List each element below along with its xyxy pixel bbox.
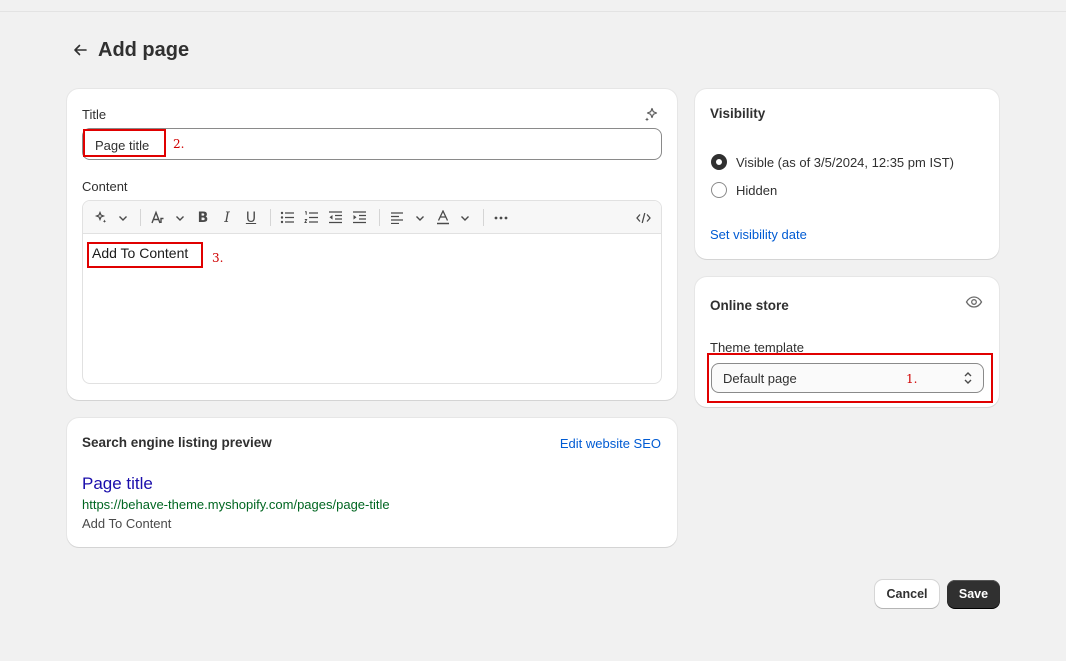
page-details-card: Title Page title 2. Content B I U Add To… [67,89,677,400]
bold-icon[interactable]: B [195,209,211,226]
visible-radio-label[interactable]: Visible (as of 3/5/2024, 12:35 pm IST) [736,155,954,170]
save-button[interactable]: Save [947,580,1000,608]
outdent-icon[interactable] [327,209,343,226]
visible-radio[interactable] [711,154,727,170]
seo-heading: Search engine listing preview [82,435,272,450]
magic-sparkle-icon[interactable] [644,106,660,122]
page-title: Add page [98,38,190,61]
seo-preview-title: Page title [82,474,153,493]
editor-toolbar: B I U [83,201,661,234]
annotation-number-3: 3. [212,251,224,265]
set-visibility-date-link[interactable]: Set visibility date [710,227,807,242]
chevron-down-icon[interactable] [116,209,130,226]
hidden-radio-label[interactable]: Hidden [736,183,777,198]
ai-magic-icon[interactable] [93,209,109,226]
bullet-list-icon[interactable] [279,209,295,226]
toolbar-divider [140,209,141,226]
eye-icon[interactable] [965,295,983,309]
cancel-button[interactable]: Cancel [875,580,939,608]
seo-preview-description: Add To Content [82,516,172,531]
annotation-box-1 [707,353,993,403]
hidden-radio[interactable] [711,182,727,198]
more-options-icon[interactable] [493,209,509,226]
top-bar [0,0,1066,12]
toolbar-divider [270,209,271,226]
page-header: Add page [68,36,189,64]
content-label: Content [82,179,128,194]
annotation-box-3 [87,242,203,268]
italic-icon[interactable]: I [219,209,235,226]
align-icon[interactable] [389,209,405,226]
visibility-card: Visibility Visible (as of 3/5/2024, 12:3… [695,89,999,259]
annotation-box-2 [83,129,166,157]
edit-seo-link[interactable]: Edit website SEO [560,436,661,451]
text-color-icon[interactable] [435,209,451,226]
online-store-card: Online store Theme template Default page… [695,277,999,407]
numbered-list-icon[interactable] [303,209,319,226]
seo-preview-url: https://behave-theme.myshopify.com/pages… [82,497,390,512]
chevron-down-icon[interactable] [173,209,187,226]
toolbar-divider [483,209,484,226]
annotation-number-1: 1. [906,372,918,386]
seo-preview-card: Search engine listing preview Edit websi… [67,418,677,547]
annotation-number-2: 2. [173,137,185,151]
online-store-heading: Online store [710,298,789,313]
code-view-icon[interactable] [635,209,651,226]
visibility-heading: Visibility [710,106,766,121]
rich-text-editor[interactable]: B I U Add To Content [82,200,662,384]
toolbar-divider [379,209,380,226]
back-arrow-icon[interactable] [68,38,92,62]
text-style-icon[interactable] [149,209,165,226]
indent-icon[interactable] [351,209,367,226]
title-input[interactable]: Page title [82,128,662,160]
underline-icon[interactable]: U [243,209,259,226]
chevron-down-icon[interactable] [458,209,472,226]
chevron-down-icon[interactable] [413,209,427,226]
title-label: Title [82,107,107,122]
